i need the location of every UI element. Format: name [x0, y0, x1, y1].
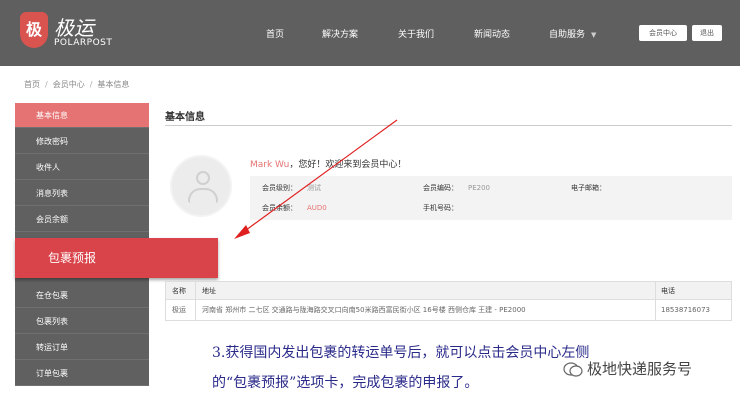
- nav-self-service[interactable]: 自助服务 ▼: [549, 27, 596, 40]
- member-info-panel: 会员级别： 测试 会员编码： PE200 电子邮箱： 会员余额： AUD0 手机号码：: [250, 176, 732, 220]
- user-name: Mark Wu: [250, 160, 290, 170]
- sidebar-item-change-password[interactable]: 修改密码: [15, 129, 149, 154]
- sidebar-item-recipients[interactable]: 收件人: [15, 155, 149, 180]
- member-level-value: 测试: [307, 184, 321, 192]
- nav-about[interactable]: 关于我们: [398, 27, 434, 40]
- polarpost-logo[interactable]: 极 极运 POLARPOST: [20, 12, 130, 52]
- row-address: 河南省 郑州市 二七区 交通路与陇海路交叉口向南50米路西富民街小区 16号楼 …: [202, 306, 526, 314]
- top-navbar: 极 极运 POLARPOST 首页 解决方案 关于我们 新闻动态 自助服务 ▼ 会…: [0, 0, 740, 66]
- breadcrumb-home[interactable]: 首页: [24, 80, 40, 89]
- address-table-header: 名称 地址 电话: [165, 281, 732, 300]
- member-email: 电子邮箱：: [571, 184, 606, 192]
- sidebar-item-package-forecast[interactable]: 包裹预报: [15, 238, 218, 278]
- member-balance-value: AUD0: [307, 204, 327, 212]
- instruction-caption-line1: 3.获得国内发出包裹的转运单号后，就可以点击会员中心左侧: [212, 345, 590, 361]
- welcome-text: ，您好！欢迎来到会员中心！: [289, 160, 407, 170]
- row-name: 极运: [172, 306, 186, 314]
- sidebar-item-package-list[interactable]: 包裹列表: [15, 309, 149, 334]
- page-title: 基本信息: [165, 112, 205, 123]
- column-divider: [655, 300, 656, 320]
- column-divider: [655, 282, 656, 299]
- nav-solutions[interactable]: 解决方案: [322, 27, 358, 40]
- instruction-caption-line2: 的“包裹预报”选项卡，完成包裹的申报了。: [212, 375, 479, 391]
- sidebar-item-balance[interactable]: 会员余额: [15, 207, 149, 232]
- logo-title-cn: 极运: [54, 16, 94, 40]
- sidebar-item-messages[interactable]: 消息列表: [15, 181, 149, 206]
- welcome-message: Mark Wu，您好！欢迎来到会员中心！: [250, 157, 406, 170]
- breadcrumb-current: 基本信息: [97, 80, 130, 89]
- watermark-text: 极地快递服务号: [587, 360, 693, 378]
- wechat-icon: [563, 362, 583, 377]
- column-address: 地址: [202, 287, 216, 295]
- member-balance: 会员余额： AUD0: [262, 204, 327, 212]
- sidebar-item-order-packages[interactable]: 订单包裹: [15, 361, 149, 386]
- avatar: [170, 155, 232, 217]
- watermark: 极地快递服务号: [563, 358, 692, 379]
- nav-news[interactable]: 新闻动态: [474, 27, 510, 40]
- member-code: 会员编码： PE200: [423, 184, 491, 192]
- column-divider: [195, 282, 196, 299]
- breadcrumb-member-center[interactable]: 会员中心: [53, 80, 85, 89]
- member-level: 会员级别： 测试: [262, 184, 321, 192]
- member-center-button[interactable]: 会员中心: [639, 25, 687, 41]
- user-icon-head: [196, 171, 210, 185]
- logo-title-en: POLARPOST: [54, 38, 113, 48]
- logo-mark-icon: 极: [20, 12, 48, 48]
- user-icon-body: [188, 188, 218, 203]
- column-name: 名称: [172, 287, 186, 295]
- sidebar-item-transfer-orders[interactable]: 转运订单: [15, 335, 149, 360]
- table-row[interactable]: 极运 河南省 郑州市 二七区 交通路与陇海路交叉口向南50米路西富民街小区 16…: [165, 300, 732, 321]
- logout-button[interactable]: 退出: [692, 25, 722, 41]
- column-phone: 电话: [661, 287, 675, 295]
- nav-home[interactable]: 首页: [266, 27, 284, 40]
- column-divider: [195, 300, 196, 320]
- sidebar-item-basic-info[interactable]: 基本信息: [15, 103, 149, 128]
- sidebar-item-in-warehouse[interactable]: 在仓包裹: [15, 283, 149, 308]
- member-code-value: PE200: [468, 184, 491, 192]
- title-divider: [165, 125, 732, 126]
- member-phone: 手机号码：: [423, 204, 458, 212]
- nav-self-service-label: 自助服务: [549, 30, 586, 40]
- chevron-down-icon: ▼: [591, 31, 597, 39]
- breadcrumb: 首页 / 会员中心 / 基本信息: [24, 80, 130, 89]
- row-phone: 18538716073: [661, 306, 710, 314]
